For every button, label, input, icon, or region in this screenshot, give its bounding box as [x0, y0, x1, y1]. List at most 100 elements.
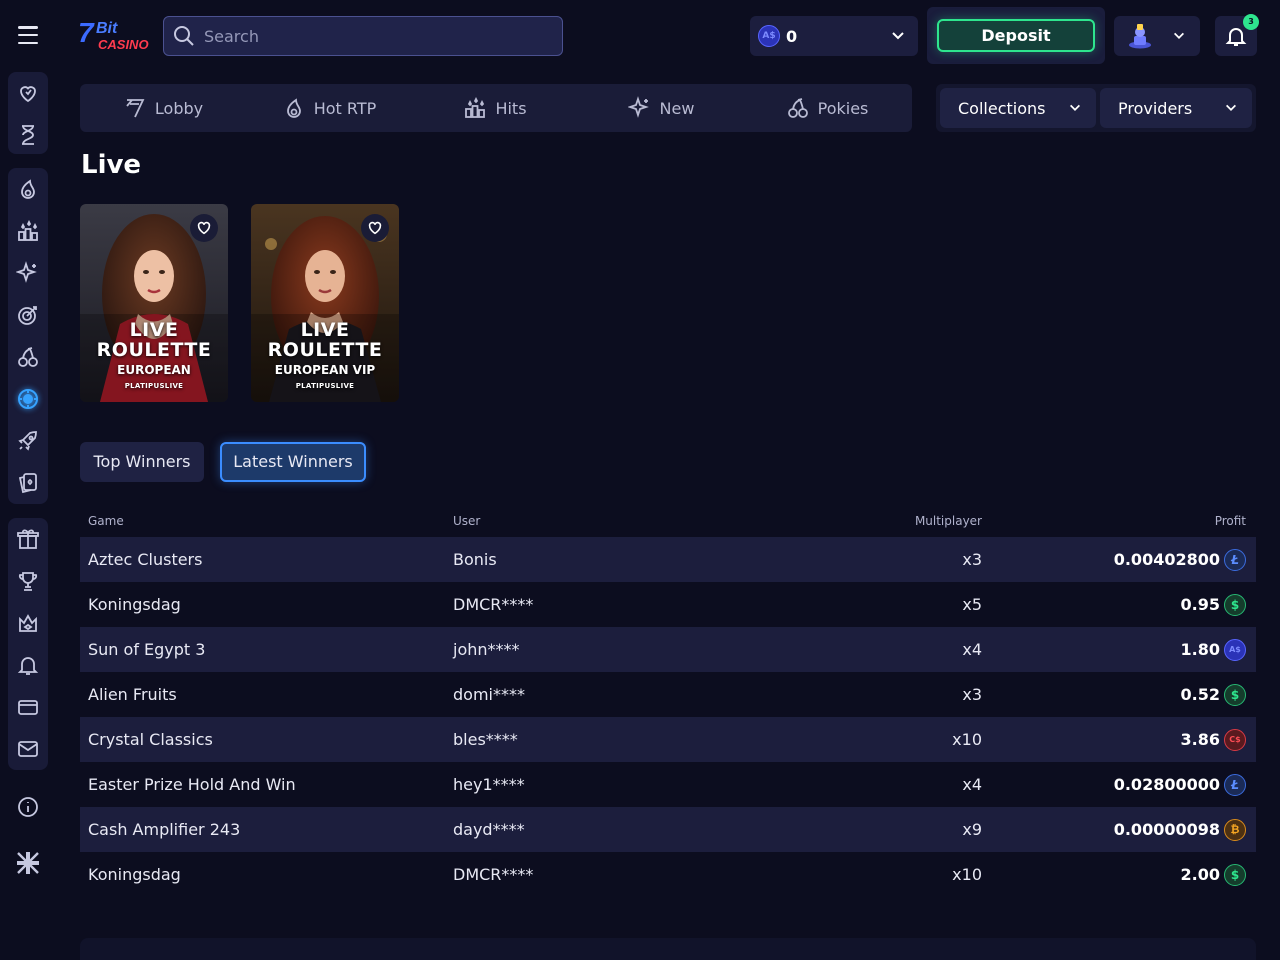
sidebar-item-notifications[interactable] — [8, 644, 48, 686]
profit-value: 0.02800000 — [1113, 775, 1220, 794]
providers-dropdown[interactable]: Providers — [1100, 88, 1252, 128]
sidebar-item-crash[interactable] — [8, 420, 48, 462]
balance-selector[interactable]: A$ 0 — [750, 16, 918, 56]
filter-dropdowns: Collections Providers — [936, 84, 1256, 132]
collections-label: Collections — [958, 98, 1046, 118]
profit-value: 2.00 — [1180, 865, 1220, 884]
sidebar-item-live[interactable] — [8, 378, 48, 420]
table-header: Game User Multiplayer Profit — [80, 505, 1256, 537]
menu-icon[interactable] — [18, 26, 38, 44]
sidebar-item-bonuses[interactable] — [8, 518, 48, 560]
game-card[interactable]: LIVE ROULETTE EUROPEAN PLATIPUSLIVE — [80, 204, 228, 402]
sidebar-item-hits[interactable] — [8, 210, 48, 252]
favorite-button[interactable] — [361, 214, 389, 242]
sidebar-group-personal — [8, 72, 48, 154]
cad-icon: C$ — [1224, 728, 1246, 751]
sidebar-item-recent[interactable] — [8, 114, 48, 156]
sidebar-item-favorites[interactable] — [8, 72, 48, 114]
tab-latest-winners[interactable]: Latest Winners — [220, 442, 366, 482]
tab-pokies-label: Pokies — [817, 98, 869, 118]
cell-multiplier: x4 — [962, 775, 982, 794]
cell-multiplier: x10 — [952, 730, 982, 749]
usd-icon: $ — [1224, 593, 1246, 616]
profit-value: 1.80 — [1180, 640, 1220, 659]
column-header-profit: Profit — [1214, 514, 1246, 528]
providers-label: Providers — [1118, 98, 1193, 118]
favorite-button[interactable] — [190, 214, 218, 242]
mail-icon — [18, 741, 38, 757]
cell-game[interactable]: Alien Fruits — [80, 685, 453, 704]
search-box[interactable] — [163, 16, 563, 56]
usd-icon: $ — [1224, 863, 1246, 886]
litecoin-icon: Ł — [1224, 773, 1246, 796]
cell-game[interactable]: Crystal Classics — [80, 730, 453, 749]
cell-multiplier: x4 — [962, 640, 982, 659]
cell-game[interactable]: Koningsdag — [80, 595, 453, 614]
sidebar-item-jackpots[interactable] — [8, 294, 48, 336]
tab-lobby[interactable]: Lobby — [80, 84, 246, 132]
heart-icon — [197, 221, 211, 235]
game-title-line1: LIVE — [300, 319, 350, 341]
sidebar-item-payments[interactable] — [8, 686, 48, 728]
game-title-line2: ROULETTE — [267, 339, 383, 361]
cell-game[interactable]: Sun of Egypt 3 — [80, 640, 453, 659]
cell-multiplier: x3 — [962, 550, 982, 569]
table-row[interactable]: Sun of Egypt 3 john**** x4 1.80 A$ — [80, 627, 1256, 672]
sparkle-icon — [16, 261, 37, 283]
sidebar-item-info[interactable] — [8, 786, 48, 828]
sidebar-group-account — [8, 518, 48, 770]
table-row[interactable]: Koningsdag DMCR**** x5 0.95 $ — [80, 582, 1256, 627]
heart-icon — [368, 221, 382, 235]
flame-icon — [21, 179, 35, 199]
table-row[interactable]: Easter Prize Hold And Win hey1**** x4 0.… — [80, 762, 1256, 807]
sidebar-item-pokies[interactable] — [8, 336, 48, 378]
cell-user: dayd**** — [453, 820, 525, 839]
hits-icon — [18, 219, 38, 241]
game-provider: PLATIPUSLIVE — [295, 382, 355, 390]
category-nav: Lobby Hot RTP Hits New Pokies — [80, 84, 912, 132]
target-icon — [18, 306, 37, 325]
avatar-icon — [1129, 24, 1151, 49]
profit-value: 0.95 — [1180, 595, 1220, 614]
sidebar-item-new[interactable] — [8, 252, 48, 294]
cell-user: bles**** — [453, 730, 518, 749]
tab-hits[interactable]: Hits — [412, 84, 578, 132]
sparkle-icon — [627, 96, 649, 118]
profile-menu[interactable] — [1114, 16, 1200, 56]
sidebar-item-table[interactable] — [8, 462, 48, 504]
language-selector[interactable] — [8, 842, 48, 884]
sidebar-item-hot[interactable] — [8, 168, 48, 210]
sidebar-item-tournaments[interactable] — [8, 560, 48, 602]
cell-game[interactable]: Koningsdag — [80, 865, 453, 884]
table-row[interactable]: Cash Amplifier 243 dayd**** x9 0.0000009… — [80, 807, 1256, 852]
search-input[interactable] — [204, 26, 544, 46]
casino-logo[interactable]: 7 Bit CASINO — [78, 16, 150, 56]
bell-icon — [17, 657, 39, 675]
table-row[interactable]: Koningsdag DMCR**** x10 2.00 $ — [80, 852, 1256, 897]
heart-icon — [20, 86, 36, 103]
tab-hot-rtp[interactable]: Hot RTP — [246, 84, 412, 132]
game-card[interactable]: LIVE ROULETTE EUROPEAN VIP PLATIPUSLIVE — [251, 204, 399, 402]
tab-new[interactable]: New — [578, 84, 744, 132]
tab-top-winners[interactable]: Top Winners — [80, 442, 204, 482]
sidebar-item-vip[interactable] — [8, 602, 48, 644]
deposit-button[interactable]: Deposit — [937, 19, 1095, 52]
tab-pokies[interactable]: Pokies — [744, 84, 910, 132]
cell-game[interactable]: Easter Prize Hold And Win — [80, 775, 453, 794]
tab-hot-rtp-label: Hot RTP — [313, 98, 377, 118]
collections-dropdown[interactable]: Collections — [940, 88, 1096, 128]
svg-text:7: 7 — [78, 17, 95, 48]
game-subtitle: EUROPEAN VIP — [274, 363, 376, 377]
table-row[interactable]: Aztec Clusters Bonis x3 0.00402800 Ł — [80, 537, 1256, 582]
search-icon — [174, 26, 194, 46]
notification-badge: 3 — [1243, 14, 1259, 30]
game-provider: PLATIPUSLIVE — [124, 382, 184, 390]
table-row[interactable]: Alien Fruits domi**** x3 0.52 $ — [80, 672, 1256, 717]
cell-game[interactable]: Cash Amplifier 243 — [80, 820, 453, 839]
sidebar-item-messages[interactable] — [8, 728, 48, 770]
table-row[interactable]: Crystal Classics bles**** x10 3.86 C$ — [80, 717, 1256, 762]
game-card-label: LIVE ROULETTE EUROPEAN PLATIPUSLIVE — [80, 320, 228, 390]
notifications-button[interactable]: 3 — [1215, 14, 1259, 56]
rocket-icon — [18, 431, 37, 451]
cell-game[interactable]: Aztec Clusters — [80, 550, 453, 569]
